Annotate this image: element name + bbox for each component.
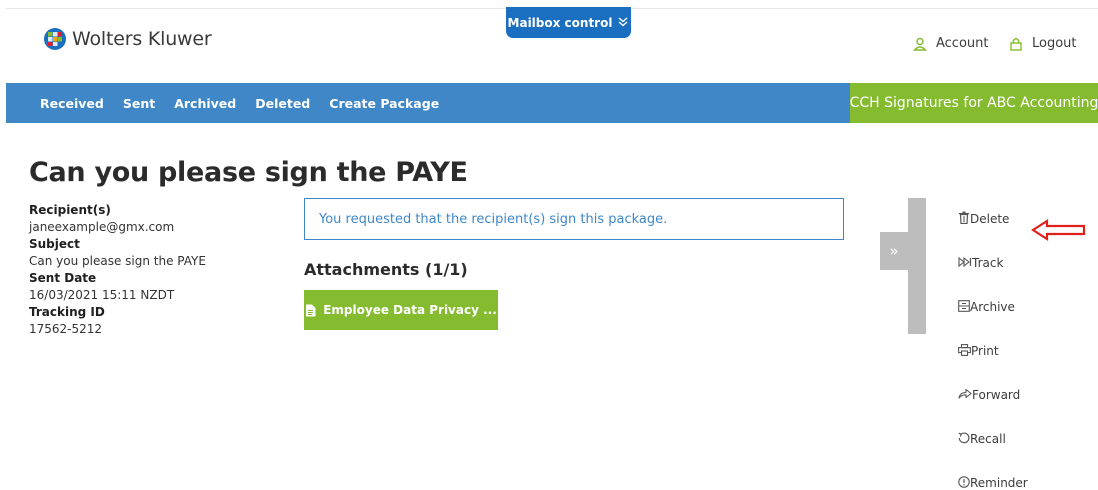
print-action[interactable]: Print: [958, 342, 999, 360]
nav-received[interactable]: Received: [40, 96, 104, 111]
subject-label: Subject: [29, 237, 80, 251]
recipients-value: janeexample@gmx.com: [29, 219, 175, 234]
recipients-label: Recipient(s): [29, 203, 111, 217]
double-chevron-right-icon: »: [889, 242, 899, 260]
print-icon: [958, 343, 971, 359]
sent-date-value: 16/03/2021 15:11 NZDT: [29, 287, 175, 302]
attachment-button[interactable]: Employee Data Privacy ...: [304, 290, 498, 330]
wolters-kluwer-logo[interactable]: Wolters Kluwer: [43, 27, 212, 51]
delete-label: Delete: [970, 212, 1010, 226]
nav-deleted[interactable]: Deleted: [255, 96, 310, 111]
reminder-action[interactable]: Reminder: [958, 474, 1028, 490]
archive-icon: [958, 299, 970, 315]
track-action[interactable]: Track: [958, 254, 1003, 272]
account-label: Account: [936, 36, 989, 51]
reminder-label: Reminder: [970, 476, 1028, 490]
sent-date-label: Sent Date: [29, 271, 97, 285]
forward-icon: [958, 388, 972, 402]
attachment-name: Employee Data Privacy ...: [323, 303, 497, 317]
mailbox-control-button[interactable]: Mailbox control: [506, 7, 631, 38]
recall-action[interactable]: Recall: [958, 430, 1006, 448]
account-brand-tag: CCH Signatures for ABC Accounting: [850, 83, 1098, 123]
forward-action[interactable]: Forward: [958, 386, 1020, 404]
globe-logo-icon: [44, 28, 66, 50]
trash-icon: [958, 211, 970, 227]
page-title: Can you please sign the PAYE: [29, 157, 468, 188]
status-notice: You requested that the recipient(s) sign…: [304, 198, 844, 240]
recall-label: Recall: [970, 432, 1006, 446]
reminder-icon: [958, 475, 970, 490]
track-label: Track: [972, 256, 1004, 270]
attachments-heading: Attachments (1/1): [304, 260, 468, 279]
lock-icon: [1010, 37, 1022, 51]
logout-link[interactable]: Logout: [1009, 36, 1077, 51]
subject-value: Can you please sign the PAYE: [29, 253, 206, 268]
nav-archived[interactable]: Archived: [174, 96, 236, 111]
tracking-id-label: Tracking ID: [29, 305, 105, 319]
track-icon: [958, 256, 972, 270]
forward-label: Forward: [972, 388, 1021, 402]
logout-label: Logout: [1032, 36, 1077, 51]
delete-action[interactable]: Delete: [958, 210, 1009, 228]
user-icon: [913, 37, 927, 51]
package-details: Recipient(s) janeexample@gmx.com Subject…: [29, 202, 206, 338]
logo-text: Wolters Kluwer: [72, 28, 212, 50]
tracking-id-value: 17562-5212: [29, 321, 103, 336]
nav-sent[interactable]: Sent: [123, 96, 155, 111]
nav-create-package[interactable]: Create Package: [329, 96, 439, 111]
annotation-arrow-left-icon: [1031, 218, 1086, 242]
main-navbar: Received Sent Archived Deleted Create Pa…: [6, 83, 1098, 123]
chevron-double-down-icon: [617, 16, 629, 30]
expand-panel-toggle[interactable]: »: [880, 232, 908, 270]
archive-action[interactable]: Archive: [958, 298, 1015, 316]
document-icon: [306, 304, 316, 316]
print-label: Print: [971, 344, 999, 358]
account-link[interactable]: Account: [913, 36, 989, 51]
mailbox-control-label: Mailbox control: [507, 15, 613, 30]
archive-label: Archive: [970, 300, 1015, 314]
recall-icon: [958, 431, 970, 447]
panel-divider-bar: [908, 198, 926, 334]
